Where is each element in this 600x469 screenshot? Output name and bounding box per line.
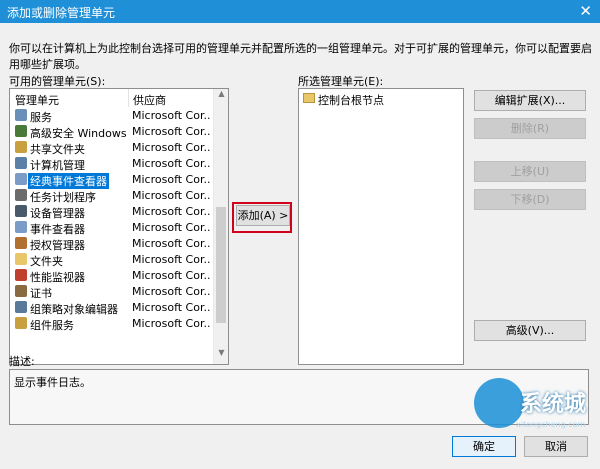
- move-down-button[interactable]: 下移(D): [474, 189, 586, 210]
- selected-snapins-label: 所选管理单元(E):: [298, 75, 384, 88]
- title-bar: 添加或删除管理单元 ✕: [0, 0, 600, 23]
- available-snapins-label: 可用的管理单元(S):: [9, 75, 106, 88]
- list-header: 管理单元 供应商: [10, 89, 210, 107]
- snapin-vendor: Microsoft Cor...: [132, 189, 210, 202]
- remove-button[interactable]: 删除(R): [474, 118, 586, 139]
- list-scrollbar[interactable]: ▲ ▼: [213, 89, 228, 364]
- computer-management-icon: [15, 157, 27, 169]
- close-icon[interactable]: ✕: [579, 2, 592, 20]
- snapin-row[interactable]: 计算机管理 Microsoft Cor...: [10, 155, 210, 172]
- description-label: 描述:: [9, 355, 35, 368]
- scroll-down-icon[interactable]: ▼: [214, 348, 228, 364]
- snapin-vendor: Microsoft Cor...: [132, 317, 210, 330]
- folder-icon: [15, 253, 27, 265]
- edit-extensions-button[interactable]: 编辑扩展(X)...: [474, 90, 586, 111]
- snapin-vendor: Microsoft Cor...: [132, 141, 210, 154]
- add-button-highlight: [232, 202, 292, 233]
- snapin-row[interactable]: 组件服务 Microsoft Cor...: [10, 315, 210, 332]
- site-watermark: 系统城 xitongcheng.com: [468, 372, 600, 446]
- component-services-icon: [15, 317, 27, 329]
- snapin-vendor: Microsoft Cor...: [132, 253, 210, 266]
- snapin-vendor: Microsoft Cor...: [132, 157, 210, 170]
- snapin-row[interactable]: 事件查看器 Microsoft Cor...: [10, 219, 210, 236]
- snapin-vendor: Microsoft Cor...: [132, 205, 210, 218]
- snapin-vendor: Microsoft Cor...: [132, 221, 210, 234]
- event-viewer-icon: [15, 173, 27, 185]
- snapin-row[interactable]: 授权管理器 Microsoft Cor...: [10, 235, 210, 252]
- available-snapins-list[interactable]: 管理单元 供应商 服务 Microsoft Cor... 高级安全 Windows …: [9, 88, 229, 365]
- snapin-row[interactable]: 服务 Microsoft Cor...: [10, 107, 210, 124]
- event-viewer-icon: [15, 221, 27, 233]
- snapin-row[interactable]: 文件夹 Microsoft Cor...: [10, 251, 210, 268]
- snapin-row[interactable]: 共享文件夹 Microsoft Cor...: [10, 139, 210, 156]
- performance-monitor-icon: [15, 269, 27, 281]
- tree-item-label: 控制台根节点: [318, 94, 384, 107]
- watermark-text: 系统城: [520, 392, 587, 417]
- services-icon: [15, 109, 27, 121]
- snapin-rows: 服务Microsoft Cor...高级安全 Windows 防...Micro…: [10, 107, 210, 332]
- snapin-vendor: Microsoft Cor...: [132, 285, 210, 298]
- firewall-icon: [15, 125, 27, 137]
- shared-folder-icon: [15, 141, 27, 153]
- snapin-name: 组件服务: [30, 319, 74, 332]
- column-header-vendor[interactable]: 供应商: [133, 92, 166, 108]
- watermark-subtext: xitongcheng.com: [516, 420, 586, 429]
- snapin-vendor: Microsoft Cor...: [132, 109, 210, 122]
- snapin-vendor: Microsoft Cor...: [132, 237, 210, 250]
- snapin-vendor: Microsoft Cor...: [132, 301, 210, 314]
- snapin-row[interactable]: 证书 Microsoft Cor...: [10, 283, 210, 300]
- snapin-row[interactable]: 任务计划程序 Microsoft Cor...: [10, 187, 210, 204]
- snapin-vendor: Microsoft Cor...: [132, 125, 210, 138]
- device-manager-icon: [15, 205, 27, 217]
- dialog-description: 你可以在计算机上为此控制台选择可用的管理单元并配置所选的一组管理单元。对于可扩展…: [9, 42, 592, 71]
- group-policy-icon: [15, 301, 27, 313]
- column-header-name[interactable]: 管理单元: [15, 92, 59, 108]
- selected-snapins-tree[interactable]: 控制台根节点: [298, 88, 464, 365]
- scroll-up-icon[interactable]: ▲: [214, 89, 228, 105]
- folder-icon: [303, 93, 315, 103]
- scroll-thumb[interactable]: [216, 207, 226, 323]
- snapin-row[interactable]: 高级安全 Windows 防...Microsoft Cor...: [10, 123, 210, 140]
- snapin-row[interactable]: 设备管理器 Microsoft Cor...: [10, 203, 210, 220]
- task-scheduler-icon: [15, 189, 27, 201]
- move-up-button[interactable]: 上移(U): [474, 161, 586, 182]
- snapin-vendor: Microsoft Cor...: [132, 269, 210, 282]
- description-text: 显示事件日志。: [14, 376, 91, 389]
- advanced-button[interactable]: 高级(V)...: [474, 320, 586, 341]
- certificates-icon: [15, 285, 27, 297]
- snapin-row[interactable]: 组策略对象编辑器 Microsoft Cor...: [10, 299, 210, 316]
- window-title: 添加或删除管理单元: [7, 6, 116, 20]
- authorization-manager-icon: [15, 237, 27, 249]
- snapin-vendor: Microsoft Cor...: [132, 173, 210, 186]
- snapin-row[interactable]: 性能监视器 Microsoft Cor...: [10, 267, 210, 284]
- snapin-row[interactable]: 经典事件查看器 Microsoft Cor...: [10, 171, 210, 189]
